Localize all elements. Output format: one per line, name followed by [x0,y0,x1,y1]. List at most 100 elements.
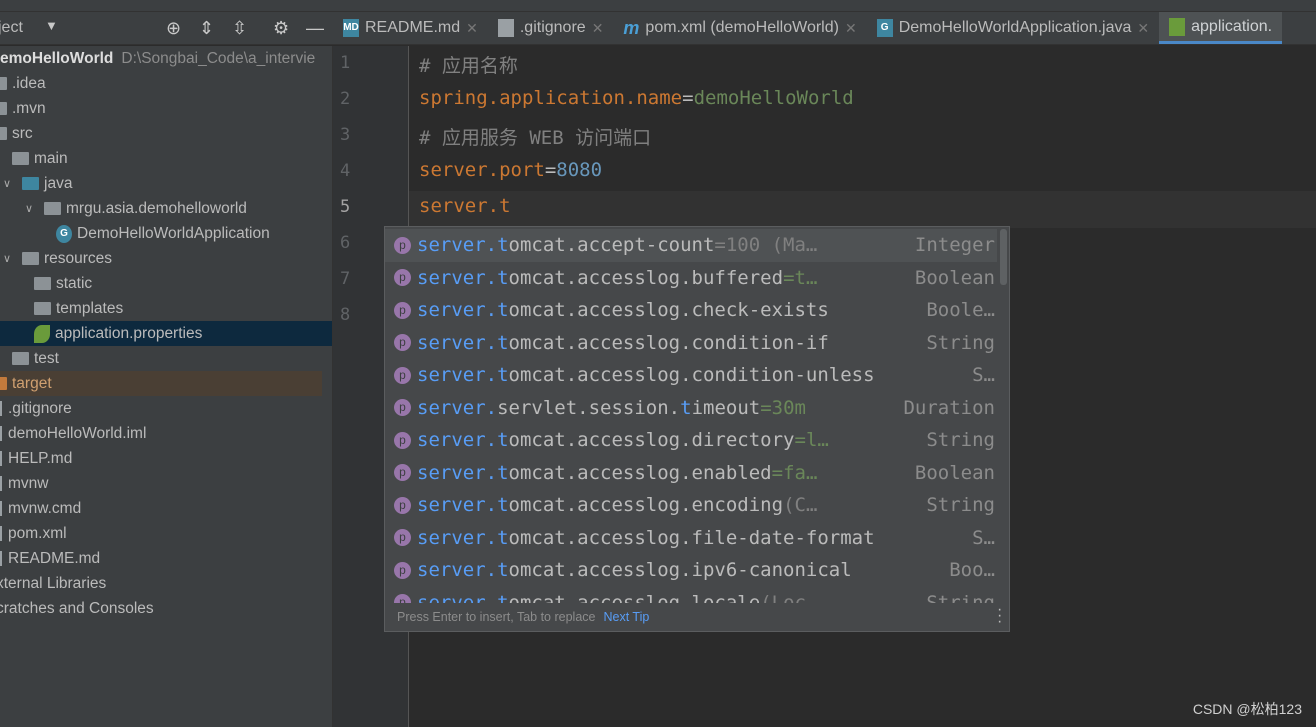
default-value: =l… [794,429,829,452]
completion-item[interactable]: p server.t omcat.accesslog.directory =l… Str… [385,424,997,457]
completion-item[interactable]: p server.t omcat.accesslog.file-date-forma… [385,522,997,555]
close-icon[interactable]: ✕ [466,20,478,37]
completion-item[interactable]: p server.t omcat.accesslog.encoding (C… Str… [385,489,997,522]
completion-item[interactable]: p server.t omcat.accesslog.ipv6-canonical B… [385,554,997,587]
tree-item-label: test [34,349,59,367]
tree-item[interactable]: static [0,271,332,296]
spring-boot-icon: G [876,19,893,37]
next-tip-link[interactable]: Next Tip [603,610,649,624]
tree-item[interactable]: G DemoHelloWorldApplication [0,221,332,246]
expand-all-icon[interactable]: ⇕ [199,18,214,39]
tree-item[interactable]: src [0,121,322,146]
tree-item[interactable]: application.properties [0,321,332,346]
tab--gitignore[interactable]: .gitignore ✕ [488,12,614,44]
minimize-icon[interactable]: — [306,18,324,39]
completion-item[interactable]: p server.t omcat.accept-count =100 (Ma… Inte… [385,229,997,262]
property-icon: p [394,594,411,603]
completion-list: p server.t omcat.accept-count =100 (Ma… Inte… [385,227,1009,603]
folder-icon [34,277,51,290]
code-line[interactable]: server.t [419,195,511,217]
tree-item[interactable]: cratches and Consoles [0,596,328,621]
tree-item[interactable]: ∨ resources [0,246,332,271]
file-icon [0,451,2,466]
completion-item[interactable]: p server. servlet.session. t imeout =30m Durat… [385,392,997,425]
completion-item[interactable]: p server.t omcat.accesslog.check-exists Boo… [385,294,997,327]
completion-item[interactable]: p server.t omcat.accesslog.condition-if Str… [385,327,997,360]
folder-icon [22,177,39,190]
type-label: Boolean [914,266,995,289]
line-number: 6 [340,233,351,253]
code-line[interactable]: # 应用服务 WEB 访问端口 [419,123,651,150]
completion-item[interactable]: p server.t omcat.accesslog.condition-unles… [385,359,997,392]
dropdown-icon[interactable]: ▼ [45,18,58,33]
matched-prefix: server.t [417,526,509,549]
chevron-down-icon[interactable]: ∨ [0,252,14,265]
tree-root[interactable]: emoHelloWorld D:\Songbai_Code\a_intervie [0,46,332,71]
tree-item[interactable]: main [0,146,332,171]
scrollbar[interactable] [1000,229,1007,285]
matched-prefix: server.t [417,266,509,289]
tree-item[interactable]: README.md [0,546,322,571]
chevron-down-icon[interactable]: ∨ [0,177,14,190]
file-icon [0,526,2,541]
spring-properties-icon [34,324,50,343]
tree-item[interactable]: xternal Libraries [0,571,328,596]
gitignore-icon [497,19,514,37]
tree-item[interactable]: ∨ java [0,171,332,196]
spring-boot-class-icon: G [56,224,72,243]
tree-item-label: src [12,124,33,142]
property-icon: p [394,431,411,449]
tab-pom-xml-demohelloworld-[interactable]: m pom.xml (demoHelloWorld) ✕ [613,12,866,44]
matched-prefix: server.t [417,364,509,387]
completion-item[interactable]: p server.t omcat.accesslog.buffered =t… Bool… [385,262,997,295]
tree-item[interactable]: templates [0,296,332,321]
more-options-icon[interactable]: · · · [997,602,1002,630]
tree-item[interactable]: .idea [0,71,322,96]
folder-icon [34,302,51,315]
code-line[interactable]: server.port=8080 [419,159,602,181]
code-line[interactable]: spring.application.name=demoHelloWorld [419,87,854,109]
close-icon[interactable]: ✕ [845,20,857,37]
completion-name: omcat.accesslog.encoding [508,494,784,517]
tree-item[interactable]: mvnw [0,471,322,496]
tree-item-label: resources [44,249,113,267]
line-number: 2 [340,89,351,109]
completion-item[interactable]: p server.t omcat.accesslog.enabled =fa… Bool… [385,457,997,490]
chevron-down-icon[interactable]: ∨ [22,202,36,215]
close-icon[interactable]: ✕ [1137,20,1149,37]
property-icon: p [394,236,411,254]
tab-application-[interactable]: application. [1159,12,1283,44]
line-number: 3 [340,125,351,145]
line-number: 8 [340,305,351,325]
tree-item-label: pom.xml [8,524,67,542]
tree-item[interactable]: target [0,371,322,396]
tree-item[interactable]: .gitignore [0,396,322,421]
matched-prefix: server.t [417,331,509,354]
completion-item[interactable]: p server.t omcat.accesslog.locale (Loc… Str… [385,587,997,603]
project-view-title[interactable]: ject [0,19,46,37]
tree-item[interactable]: demoHelloWorld.iml [0,421,322,446]
gear-icon[interactable]: ⚙ [273,18,289,39]
collapse-all-icon[interactable]: ⇳ [232,18,247,39]
tree-item[interactable]: test [0,346,332,371]
code-line[interactable]: # 应用名称 [419,51,518,78]
tree-item[interactable]: HELP.md [0,446,322,471]
tab-readme-md[interactable]: MD README.md ✕ [333,12,488,44]
locate-icon[interactable]: ⊕ [166,18,181,39]
completion-name: omcat.accesslog.enabled [508,461,772,484]
folder-icon [0,377,7,390]
tree-item[interactable]: ∨ mrgu.asia.demohelloworld [0,196,332,221]
tree-item[interactable]: mvnw.cmd [0,496,322,521]
default-value: =fa… [771,461,818,484]
close-icon[interactable]: ✕ [592,20,604,37]
tab-demohelloworldapplication-java[interactable]: G DemoHelloWorldApplication.java ✕ [867,12,1159,44]
current-line-highlight [409,191,1316,228]
file-icon [0,401,2,416]
project-tree: emoHelloWorld D:\Songbai_Code\a_intervie.… [0,46,333,727]
tree-item-label: java [44,174,73,192]
hint-text: Press Enter to insert, Tab to replace [397,610,596,624]
tree-item[interactable]: pom.xml [0,521,322,546]
tree-item[interactable]: .mvn [0,96,322,121]
matched-prefix: server.t [417,299,509,322]
file-icon [0,501,2,516]
